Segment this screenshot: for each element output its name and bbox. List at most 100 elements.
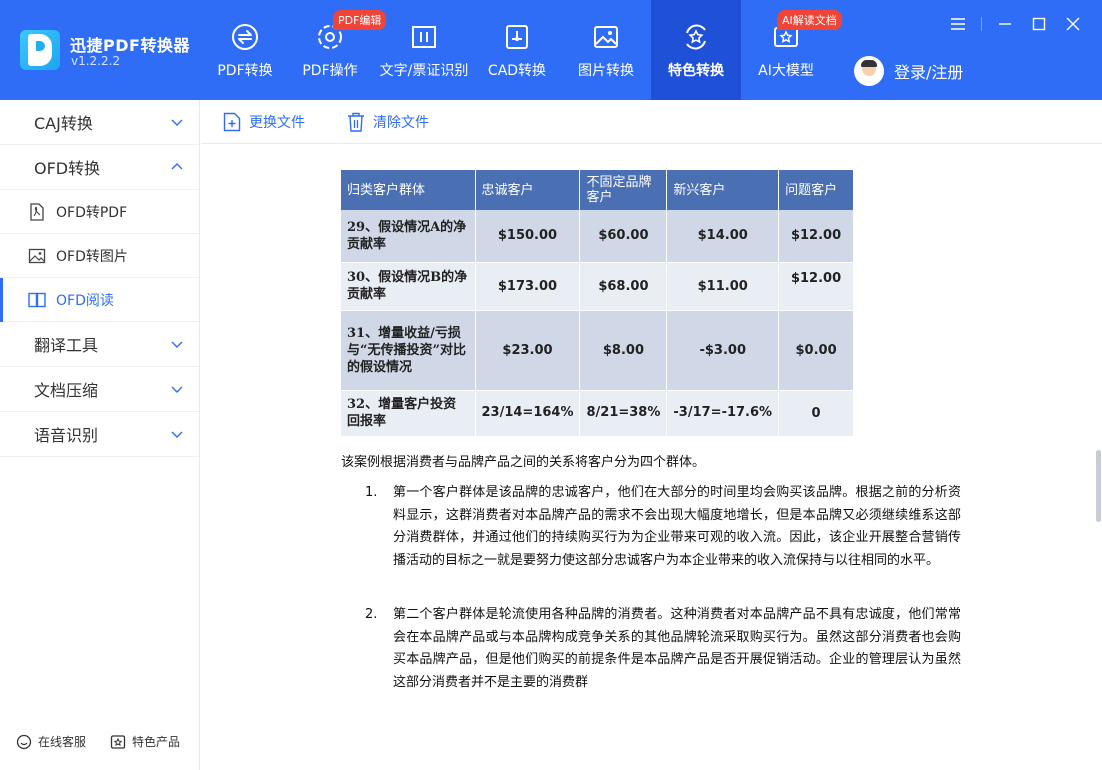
sidebar-footer: 在线客服 特色产品	[16, 733, 204, 750]
table-header-cell: 不固定品牌客户	[579, 170, 668, 210]
sidebar-group-ofd[interactable]: OFD转换	[0, 145, 199, 190]
chat-icon	[16, 734, 32, 749]
table-cell: 29、假设情况A的净贡献率	[341, 210, 476, 263]
trash-icon	[348, 112, 364, 132]
table-cell: -3/17=-17.6%	[666, 390, 780, 437]
sidebar-item-label: OFD转PDF	[56, 204, 128, 221]
sidebar-group-label: 翻译工具	[34, 336, 99, 355]
nav-label: CAD转换	[487, 63, 547, 79]
chevron-up-icon	[171, 163, 183, 170]
close-icon	[1066, 17, 1080, 31]
sidebar-group-label: 文档压缩	[34, 381, 99, 400]
table-cell: $23.00	[475, 310, 581, 391]
sidebar-item-ofd-to-pdf[interactable]: OFD转PDF	[0, 190, 199, 234]
online-service-button[interactable]: 在线客服	[16, 733, 86, 750]
app-name: 迅捷PDF转换器	[70, 36, 190, 55]
vertical-scrollbar[interactable]	[1096, 450, 1101, 522]
sidebar-item-ofd-to-image[interactable]: OFD转图片	[0, 234, 199, 278]
replace-file-button[interactable]: 更换文件	[223, 112, 305, 132]
chevron-down-icon	[171, 386, 183, 393]
main-nav: PDF转换 PDF操作 PDF编辑 文字/票证识别 CAD转换 图片转换 特色转…	[205, 0, 842, 100]
online-service-label: 在线客服	[38, 735, 87, 749]
main-area: 更换文件 清除文件 归类客户群体 忠诚客户 不固定品牌客户 新兴客户 问题客户 …	[201, 100, 1102, 770]
nav-pdf-operation[interactable]: PDF操作 PDF编辑	[285, 0, 387, 100]
minimize-icon	[999, 23, 1011, 25]
nav-cad[interactable]: CAD转换	[473, 0, 561, 100]
table-cell: 30、假设情况B的净贡献率	[341, 262, 476, 311]
table-header-row: 归类客户群体 忠诚客户 不固定品牌客户 新兴客户 问题客户	[341, 170, 855, 210]
top-bar: 迅捷PDF转换器 v1.2.2.2 PDF转换 PDF操作 PDF编辑 文字/票…	[0, 0, 1102, 100]
menu-button[interactable]	[941, 14, 975, 34]
sidebar-item-label: OFD阅读	[56, 292, 114, 309]
pdf-file-icon	[30, 202, 44, 221]
table-cell: 31、增量收益/亏损与“无传播投资”对比的假设情况	[341, 310, 476, 391]
table-cell: $173.00	[475, 262, 581, 311]
table-cell: $11.00	[666, 262, 780, 311]
nav-pdf-convert[interactable]: PDF转换	[205, 0, 285, 100]
window-controls	[941, 14, 1090, 34]
sidebar-group-compress[interactable]: 文档压缩	[0, 367, 199, 412]
list-item: 1. 第一个客户群体是该品牌的忠诚客户，他们在大部分的时间里均会购买该品牌。根据…	[365, 482, 965, 572]
nav-special-convert[interactable]: 特色转换	[651, 0, 741, 100]
login-button[interactable]: 登录/注册	[854, 56, 963, 86]
nav-label: AI大模型	[758, 63, 814, 79]
toolbar: 更换文件 清除文件	[201, 100, 1102, 144]
table-cell: 8/21=38%	[579, 390, 668, 437]
table-header-cell: 忠诚客户	[475, 170, 581, 210]
table-header-cell: 新兴客户	[666, 170, 780, 210]
app-logo-icon	[20, 30, 60, 70]
sidebar-item-ofd-reader[interactable]: OFD阅读	[0, 278, 199, 322]
table-cell: $12.00	[778, 262, 855, 311]
data-table: 归类客户群体 忠诚客户 不固定品牌客户 新兴客户 问题客户 29、假设情况A的净…	[341, 170, 855, 437]
minimize-button[interactable]	[988, 14, 1022, 34]
ocr-icon	[412, 26, 436, 48]
nav-ai-model[interactable]: AI大模型 AI解读文档	[741, 0, 842, 100]
table-row: 31、增量收益/亏损与“无传播投资”对比的假设情况 $23.00 $8.00 -…	[341, 310, 855, 391]
sidebar: CAJ转换 OFD转换 OFD转PDF OFD转图片 OFD阅读 翻译工具 文档…	[0, 100, 200, 770]
intro-paragraph: 该案例根据消费者与品牌产品之间的关系将客户分为四个群体。	[341, 455, 706, 470]
list-item: 2. 第二个客户群体是轮流使用各种品牌的消费者。这种消费者对本品牌产品不具有忠诚…	[365, 604, 965, 694]
table-cell: $0.00	[778, 310, 855, 391]
nav-label: 特色转换	[668, 63, 724, 79]
nav-label: 文字/票证识别	[379, 63, 469, 79]
menu-icon	[951, 18, 965, 30]
chevron-down-icon	[171, 341, 183, 348]
sidebar-group-speech[interactable]: 语音识别	[0, 412, 199, 457]
avatar	[854, 56, 884, 86]
list-number: 2.	[365, 607, 378, 622]
table-cell: 0	[778, 390, 855, 437]
ai-doc-badge: AI解读文档	[777, 10, 842, 30]
star-box-icon	[110, 734, 126, 749]
table-row: 29、假设情况A的净贡献率 $150.00 $60.00 $14.00 $12.…	[341, 210, 855, 263]
featured-products-label: 特色产品	[132, 735, 181, 749]
pdf-convert-icon	[232, 24, 258, 50]
table-row: 30、假设情况B的净贡献率 $173.00 $68.00 $11.00 $12.…	[341, 262, 855, 311]
maximize-button[interactable]	[1022, 14, 1056, 34]
table-cell: $14.00	[666, 210, 780, 263]
sidebar-group-label: OFD转换	[34, 159, 101, 178]
sidebar-group-caj[interactable]: CAJ转换	[0, 100, 199, 145]
featured-products-button[interactable]: 特色产品	[110, 733, 180, 750]
nav-ocr[interactable]: 文字/票证识别	[375, 0, 473, 100]
table-cell: $68.00	[579, 262, 668, 311]
table-cell: $12.00	[778, 210, 855, 263]
sidebar-group-translate[interactable]: 翻译工具	[0, 322, 199, 367]
table-cell: $150.00	[475, 210, 581, 263]
add-file-icon	[223, 112, 241, 131]
nav-label: PDF操作	[302, 63, 358, 79]
maximize-icon	[1032, 17, 1046, 31]
nav-image[interactable]: 图片转换	[561, 0, 651, 100]
nav-label: 图片转换	[578, 63, 634, 79]
app-version: v1.2.2.2	[71, 54, 121, 68]
list-text: 第二个客户群体是轮流使用各种品牌的消费者。这种消费者对本品牌产品不具有忠诚度，他…	[393, 607, 961, 690]
cad-icon	[506, 25, 528, 49]
close-button[interactable]	[1056, 14, 1090, 34]
special-convert-icon	[686, 24, 706, 50]
clear-file-button[interactable]: 清除文件	[347, 112, 429, 132]
table-cell: -$3.00	[666, 310, 780, 391]
document-viewer[interactable]: 归类客户群体 忠诚客户 不固定品牌客户 新兴客户 问题客户 29、假设情况A的净…	[201, 145, 1102, 770]
login-label: 登录/注册	[894, 63, 964, 82]
divider	[981, 17, 982, 31]
table-cell: 23/14=164%	[475, 390, 581, 437]
image-icon	[594, 26, 618, 48]
